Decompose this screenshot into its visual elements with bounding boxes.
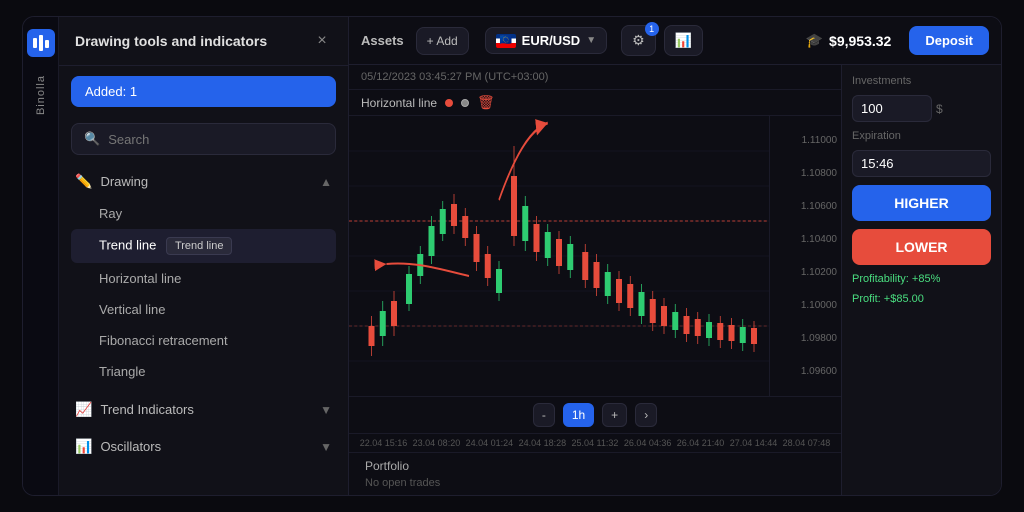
trend-indicators-label: 📈 Trend Indicators [75, 401, 194, 418]
oscillators-section: 📊 Oscillators ▼ [59, 430, 348, 463]
brand-name: Binolla [35, 75, 47, 115]
close-drawing-panel-button[interactable]: × [312, 31, 332, 51]
tool-trend-line[interactable]: Trend line Trend line [71, 229, 336, 263]
drawing-chevron-icon: ▲ [320, 175, 332, 189]
currency-label: $ [936, 102, 943, 116]
chart-svg-wrapper[interactable] [349, 116, 769, 396]
oscillators-chevron-icon: ▼ [320, 440, 332, 454]
balance-value: $9,953.32 [829, 33, 891, 49]
brand-logo [27, 29, 55, 57]
tool-vertical-line[interactable]: Vertical line [71, 294, 336, 325]
trend-indicators-icon: 📈 [75, 401, 92, 418]
chart-body: 1.11000 1.10800 1.10600 1.10400 1.10200 … [349, 116, 841, 396]
portfolio-title: Portfolio [365, 459, 825, 473]
price-level-4: 1.10400 [774, 234, 837, 245]
x-label-1: 23.04 08:20 [413, 438, 461, 448]
add-asset-button[interactable]: + Add [416, 27, 469, 55]
main-area: Assets + Add 🇪🇺 EUR/USD ▼ ⚙ 1 📊 🎓 $9, [349, 17, 1001, 495]
x-label-5: 26.04 04:36 [624, 438, 672, 448]
tool-ray[interactable]: Ray [71, 198, 336, 229]
search-icon: 🔍 [84, 131, 100, 147]
investments-input[interactable] [852, 95, 932, 122]
expiration-input[interactable] [852, 150, 991, 177]
x-label-8: 28.04 07:48 [783, 438, 831, 448]
x-label-7: 27.04 14:44 [730, 438, 778, 448]
price-level-1: 1.11000 [774, 135, 837, 146]
higher-button[interactable]: HIGHER [852, 185, 991, 221]
zoom-out-button[interactable]: - [533, 403, 555, 427]
added-badge[interactable]: Added: 1 [71, 76, 336, 107]
drawing-panel: Drawing tools and indicators × Added: 1 … [59, 17, 349, 495]
assets-title: Assets [361, 33, 404, 48]
profit-label: Profit: +$85.00 [852, 293, 991, 305]
oscillators-icon: 📊 [75, 438, 92, 455]
horizontal-line-bar: Horizontal line 🗑 [349, 90, 841, 116]
x-label-4: 25.04 11:32 [572, 438, 619, 448]
pair-chevron-icon: ▼ [586, 35, 596, 46]
top-bar: Assets + Add 🇪🇺 EUR/USD ▼ ⚙ 1 📊 🎓 $9, [349, 17, 1001, 65]
price-level-3: 1.10600 [774, 201, 837, 212]
horizontal-line-label: Horizontal line [361, 96, 437, 110]
trend-line-tooltip: Trend line [166, 237, 233, 255]
price-level-8: 1.09600 [774, 366, 837, 377]
oscillators-header[interactable]: 📊 Oscillators ▼ [71, 430, 336, 463]
x-axis: 22.04 15:16 23.04 08:20 24.04 01:24 24.0… [349, 434, 841, 452]
drawing-panel-header: Drawing tools and indicators × [59, 17, 348, 66]
portfolio-empty: No open trades [365, 477, 825, 489]
bottom-area: - 1h + › 22.04 15:16 23.04 08:20 24.04 0… [349, 396, 841, 452]
tools-button[interactable]: ⚙ 1 [621, 25, 656, 56]
chart-right-container: 05/12/2023 03:45:27 PM (UTC+03:00) Horiz… [349, 65, 1001, 495]
tool-fibonacci[interactable]: Fibonacci retracement [71, 325, 336, 356]
line-color-dot [445, 99, 453, 107]
price-level-7: 1.09800 [774, 333, 837, 344]
tool-triangle[interactable]: Triangle [71, 356, 336, 387]
trend-indicators-section: 📈 Trend Indicators ▼ [59, 393, 348, 426]
balance-icon: 🎓 [806, 32, 823, 49]
drawing-section: ✏️ Drawing ▲ Ray Trend line Trend line H… [59, 165, 348, 387]
search-input[interactable] [108, 132, 323, 147]
drawing-category-label: ✏️ Drawing [75, 173, 148, 190]
indicator-icon: 📊 [675, 32, 692, 48]
expiration-label: Expiration [852, 130, 991, 142]
price-axis: 1.11000 1.10800 1.10600 1.10400 1.10200 … [769, 116, 841, 396]
brand-sidebar: Binolla [23, 17, 59, 495]
timeframe-1h-button[interactable]: 1h [563, 403, 594, 427]
pair-flag: 🇪🇺 [496, 34, 516, 48]
investments-row: $ [852, 95, 991, 122]
chart-datetime: 05/12/2023 03:45:27 PM (UTC+03:00) [349, 65, 841, 90]
pair-label: EUR/USD [522, 33, 581, 48]
price-level-2: 1.10800 [774, 168, 837, 179]
tools-badge: 1 [645, 22, 659, 36]
oscillators-label: 📊 Oscillators [75, 438, 161, 455]
deposit-button[interactable]: Deposit [909, 26, 989, 55]
trend-indicators-chevron-icon: ▼ [320, 403, 332, 417]
trend-indicators-header[interactable]: 📈 Trend Indicators ▼ [71, 393, 336, 426]
x-label-0: 22.04 15:16 [360, 438, 408, 448]
lower-button[interactable]: LOWER [852, 229, 991, 265]
time-controls: - 1h + › [349, 397, 841, 434]
line-delete-button[interactable]: 🗑 [477, 94, 495, 111]
chart-main: 05/12/2023 03:45:27 PM (UTC+03:00) Horiz… [349, 65, 841, 495]
line-visibility-dot[interactable] [461, 99, 469, 107]
pair-selector[interactable]: 🇪🇺 EUR/USD ▼ [485, 27, 607, 54]
tool-horizontal-line[interactable]: Horizontal line [71, 263, 336, 294]
drawing-panel-title: Drawing tools and indicators [75, 33, 267, 49]
investments-label: Investments [852, 75, 991, 87]
zoom-in-button[interactable]: + [602, 403, 627, 427]
x-label-6: 26.04 21:40 [677, 438, 725, 448]
drawing-category-header[interactable]: ✏️ Drawing ▲ [71, 165, 336, 198]
price-level-5: 1.10200 [774, 267, 837, 278]
right-panel: Investments $ Expiration HIGHER LOWER Pr… [841, 65, 1001, 495]
price-level-6: 1.10000 [774, 300, 837, 311]
x-label-2: 24.04 01:24 [466, 438, 514, 448]
search-box: 🔍 [71, 123, 336, 155]
drawing-icon: ✏️ [75, 173, 92, 190]
indicator-button[interactable]: 📊 [664, 25, 703, 56]
tools-icon: ⚙ [632, 32, 645, 48]
profitability-label: Profitability: +85% [852, 273, 991, 285]
x-label-3: 24.04 18:28 [519, 438, 567, 448]
portfolio-bar: Portfolio No open trades [349, 452, 841, 495]
next-button[interactable]: › [635, 403, 657, 427]
balance-display: 🎓 $9,953.32 [806, 32, 892, 49]
